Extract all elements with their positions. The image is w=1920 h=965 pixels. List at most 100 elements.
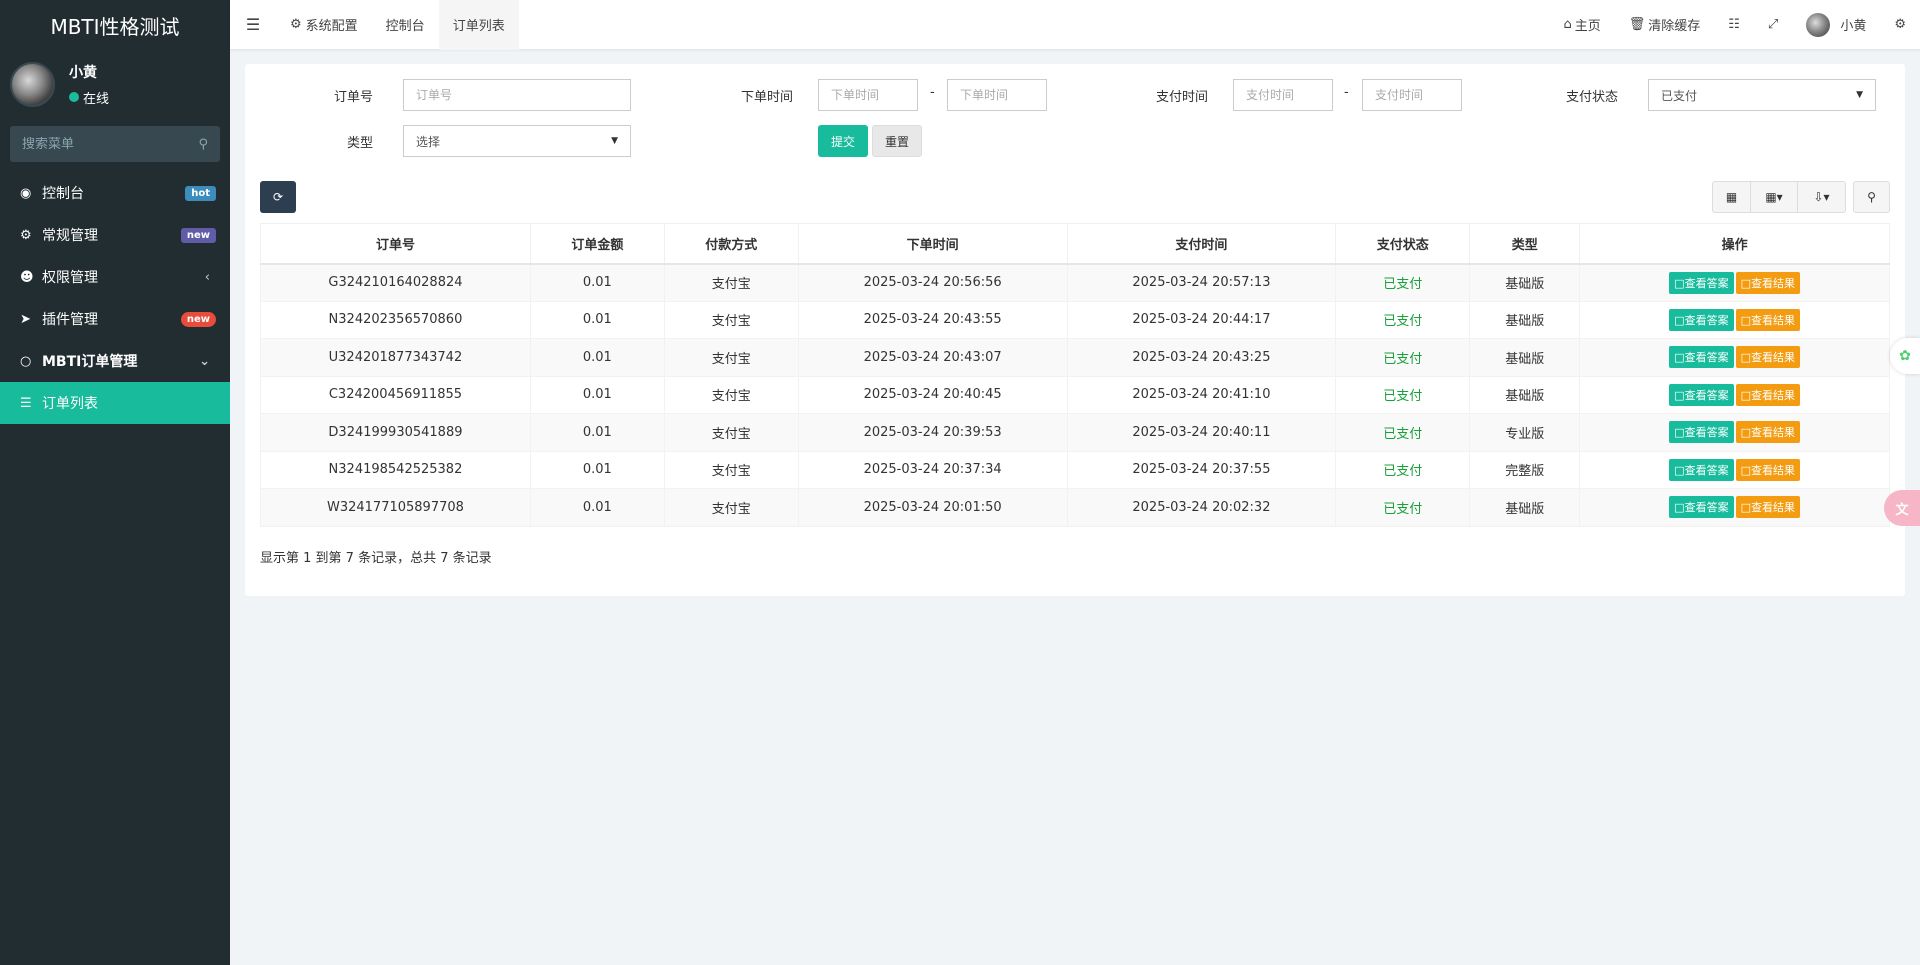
view-result-button[interactable]: □查看结果 bbox=[1735, 496, 1800, 519]
reset-button[interactable]: 重置 bbox=[872, 125, 922, 157]
view-result-button[interactable]: □查看结果 bbox=[1735, 346, 1800, 369]
sidebar-item-label: MBTI订单管理 bbox=[42, 354, 138, 370]
range-separator: - bbox=[1344, 85, 1349, 100]
column-header[interactable]: 类型 bbox=[1469, 223, 1581, 265]
fullscreen-icon[interactable]: ⤢ bbox=[1754, 17, 1792, 32]
sidebar-item-label: 订单列表 bbox=[42, 396, 98, 412]
user-status: 在线 bbox=[69, 88, 109, 107]
cell-type: 基础版 bbox=[1469, 338, 1581, 377]
column-header[interactable]: 付款方式 bbox=[663, 223, 799, 265]
view-answer-button[interactable]: □查看答案 bbox=[1669, 496, 1734, 519]
view-answer-label: 查看答案 bbox=[1684, 276, 1729, 290]
view-result-button[interactable]: □查看结果 bbox=[1735, 383, 1800, 406]
column-header[interactable]: 支付时间 bbox=[1066, 223, 1337, 265]
search-icon[interactable]: ⚲ bbox=[198, 137, 208, 152]
table-row[interactable]: C324200456911855 0.01 支付宝 2025-03-24 20:40:… bbox=[260, 375, 1890, 414]
home-link[interactable]: ⌂ 主页 bbox=[1549, 15, 1614, 34]
cell-type: 基础版 bbox=[1469, 375, 1581, 414]
view-answer-button[interactable]: □查看答案 bbox=[1669, 308, 1734, 331]
cell-pay-method: 支付宝 bbox=[663, 413, 799, 452]
toggle-view-icon[interactable]: ▦ bbox=[1713, 182, 1751, 212]
sidebar: MBTI性格测试 小黄 在线 ⚲ ◉ 控制台 hot ⚙ 常规管理 new ☻ … bbox=[0, 0, 230, 965]
home-icon: ⌂ bbox=[1563, 17, 1572, 32]
sidebar-item-plugins[interactable]: ➤ 插件管理 new bbox=[0, 298, 230, 340]
orders-table: 订单号 订单金额 付款方式 下单时间 支付时间 支付状态 类型 操作 G3242… bbox=[260, 223, 1890, 527]
order-no-input[interactable] bbox=[403, 79, 631, 111]
cell-actions: □查看答案 □查看结果 bbox=[1579, 375, 1890, 414]
cell-order-time: 2025-03-24 20:39:53 bbox=[797, 413, 1068, 452]
type-select[interactable]: 选择 ▼ bbox=[403, 125, 631, 157]
app-title[interactable]: MBTI性格测试 bbox=[0, 0, 230, 50]
table-row[interactable]: U324201877343742 0.01 支付宝 2025-03-24 20:43:… bbox=[260, 338, 1890, 377]
order-time-to-input[interactable] bbox=[947, 79, 1047, 111]
column-header[interactable]: 下单时间 bbox=[797, 223, 1068, 265]
user-menu[interactable]: 小黄 bbox=[1792, 12, 1880, 37]
column-header[interactable]: 订单号 bbox=[260, 223, 531, 265]
sidebar-search-input[interactable] bbox=[22, 136, 182, 152]
sidebar-item-general[interactable]: ⚙ 常规管理 new bbox=[0, 214, 230, 256]
view-result-label: 查看结果 bbox=[1750, 463, 1795, 477]
export-icon[interactable]: ⇩▾ bbox=[1798, 182, 1845, 212]
table-row[interactable]: N324202356570860 0.01 支付宝 2025-03-24 20:43:… bbox=[260, 300, 1890, 339]
sidebar-item-mbti-orders[interactable]: ○ MBTI订单管理 ⌄ bbox=[0, 340, 230, 382]
translate-widget-icon[interactable]: 文 bbox=[1884, 490, 1920, 526]
folder-icon: □ bbox=[1740, 276, 1751, 290]
sidebar-item-dashboard[interactable]: ◉ 控制台 hot bbox=[0, 172, 230, 214]
clear-cache-button[interactable]: 🗑 清除缓存 bbox=[1615, 15, 1715, 34]
tab-dashboard[interactable]: 控制台 bbox=[372, 0, 439, 50]
clear-cache-label: 清除缓存 bbox=[1648, 19, 1701, 34]
view-answer-label: 查看答案 bbox=[1684, 351, 1729, 365]
view-answer-button[interactable]: □查看答案 bbox=[1669, 458, 1734, 481]
order-list-panel: 订单号 下单时间 - 支付时间 - 支付状态 已支付 ▼ 类型 选择 ▼ 提交 … bbox=[245, 64, 1905, 596]
columns-icon[interactable]: ▦▾ bbox=[1751, 182, 1798, 212]
table-tools: ▦ ▦▾ ⇩▾ bbox=[1712, 181, 1846, 213]
view-answer-button[interactable]: □查看答案 bbox=[1669, 271, 1734, 294]
settings-icon[interactable]: ⚙ bbox=[1880, 17, 1920, 32]
view-answer-label: 查看答案 bbox=[1684, 501, 1729, 515]
type-label: 类型 bbox=[346, 136, 373, 151]
view-answer-button[interactable]: □查看答案 bbox=[1669, 383, 1734, 406]
refresh-button[interactable]: ⟳ bbox=[260, 181, 296, 213]
table-row[interactable]: N324198542525382 0.01 支付宝 2025-03-24 20:37:… bbox=[260, 450, 1890, 489]
sidebar-search[interactable]: ⚲ bbox=[10, 126, 220, 162]
column-header[interactable]: 订单金额 bbox=[529, 223, 665, 265]
cell-status: 已支付 bbox=[1335, 263, 1471, 302]
view-result-button[interactable]: □查看结果 bbox=[1735, 271, 1800, 294]
user-name: 小黄 bbox=[69, 64, 97, 81]
table-search-icon[interactable]: ⚲ bbox=[1853, 181, 1890, 213]
pay-time-from-input[interactable] bbox=[1233, 79, 1333, 111]
table-row[interactable]: W324177105897708 0.01 支付宝 2025-03-24 20:01:… bbox=[260, 488, 1890, 527]
cell-pay-method: 支付宝 bbox=[663, 450, 799, 489]
order-time-from-input[interactable] bbox=[818, 79, 918, 111]
leaf-widget-icon[interactable]: ✿ bbox=[1890, 338, 1920, 374]
pay-status-select[interactable]: 已支付 ▼ bbox=[1648, 79, 1876, 111]
table-row[interactable]: G324210164028824 0.01 支付宝 2025-03-24 20:56:… bbox=[260, 263, 1890, 302]
view-answer-button[interactable]: □查看答案 bbox=[1669, 346, 1734, 369]
column-header[interactable]: 支付状态 bbox=[1335, 223, 1471, 265]
trash-icon: 🗑 bbox=[1628, 17, 1646, 32]
sidebar-item-order-list[interactable]: ☰ 订单列表 bbox=[0, 382, 230, 424]
view-result-button[interactable]: □查看结果 bbox=[1735, 421, 1800, 444]
folder-icon: □ bbox=[1674, 276, 1685, 290]
cell-pay-method: 支付宝 bbox=[663, 488, 799, 527]
cell-order-no: W324177105897708 bbox=[260, 488, 531, 527]
view-result-button[interactable]: □查看结果 bbox=[1735, 308, 1800, 331]
tab-label: 订单列表 bbox=[452, 19, 505, 34]
cogs-icon: ⚙ bbox=[20, 227, 32, 243]
menu-toggle-icon[interactable]: ☰ bbox=[230, 15, 276, 34]
table-row[interactable]: D324199930541889 0.01 支付宝 2025-03-24 20:39:… bbox=[260, 413, 1890, 452]
cell-order-time: 2025-03-24 20:40:45 bbox=[797, 375, 1068, 414]
chevron-left-icon: ‹ bbox=[204, 269, 210, 285]
cell-pay-time: 2025-03-24 20:57:13 bbox=[1066, 263, 1337, 302]
view-result-button[interactable]: □查看结果 bbox=[1735, 458, 1800, 481]
tab-order-list[interactable]: 订单列表 bbox=[438, 0, 519, 50]
submit-button[interactable]: 提交 bbox=[818, 125, 868, 157]
tab-system-config[interactable]: ⚙ 系统配置 bbox=[276, 0, 372, 50]
view-answer-button[interactable]: □查看答案 bbox=[1669, 421, 1734, 444]
sidebar-item-permission[interactable]: ☻ 权限管理 ‹ bbox=[0, 256, 230, 298]
folder-icon: □ bbox=[1740, 313, 1751, 327]
language-icon[interactable]: ☷ bbox=[1714, 17, 1754, 32]
cell-pay-method: 支付宝 bbox=[663, 300, 799, 339]
folder-icon: □ bbox=[1740, 426, 1751, 440]
pay-time-to-input[interactable] bbox=[1362, 79, 1462, 111]
